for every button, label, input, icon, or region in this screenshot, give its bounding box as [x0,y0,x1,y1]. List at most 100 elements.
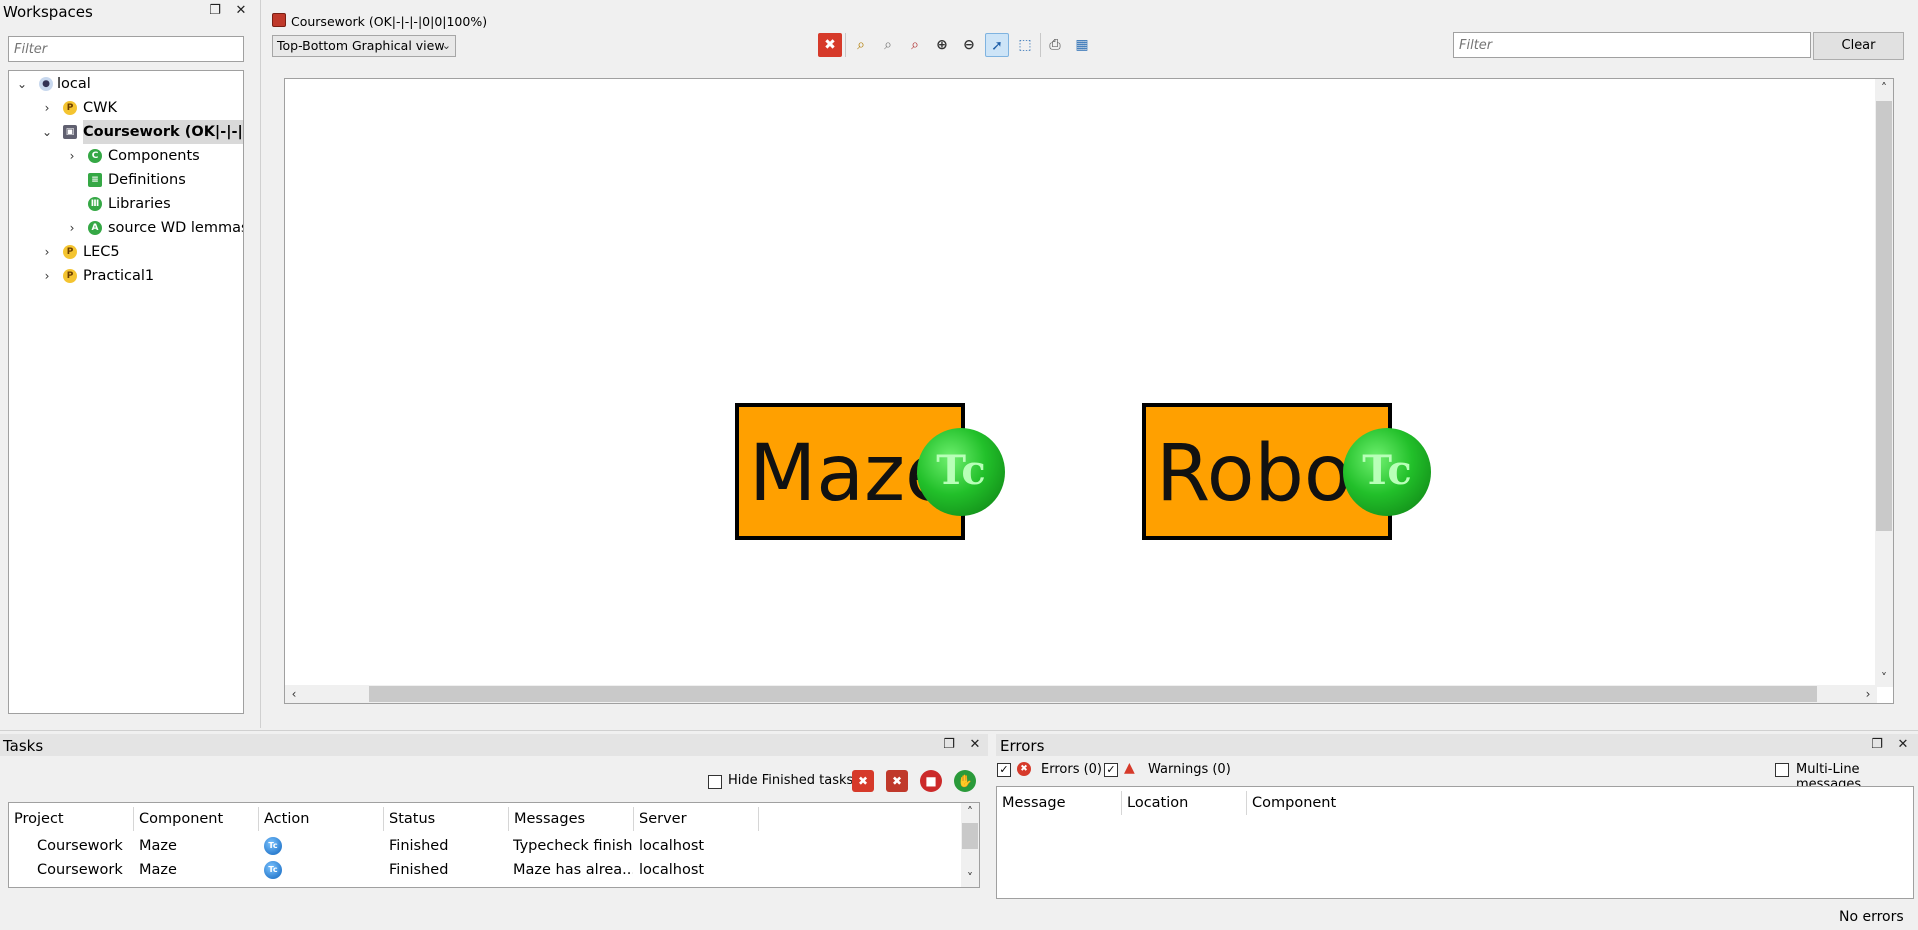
tree-item-label: Practical1 [83,268,155,284]
close-panel-icon[interactable]: ✕ [1896,738,1910,752]
tree-item-label: Coursework (OK|-|-|... [83,120,243,144]
project-icon: P [63,269,77,283]
errors-count-label: Errors (0) [1041,762,1103,777]
chevron-down-icon[interactable]: ˅ [961,869,979,887]
cell-messages: Maze has alrea... [513,862,633,878]
errors-header-bar [996,734,1918,756]
editor-title: Coursework (OK|-|-|-|0|0|100%) [291,14,488,29]
column-header-component[interactable]: Component [1247,791,1372,815]
tree-item-definitions[interactable]: ≡ Definitions [9,168,243,192]
error-icon: ✖ [1017,762,1031,776]
tree-item-local[interactable]: ⌄ ● local [9,72,243,96]
tree-item-libraries[interactable]: Ⅲ Libraries [9,192,243,216]
column-header-messages[interactable]: Messages [509,807,634,831]
zoom-out-icon[interactable]: ⊖ [957,33,981,57]
chevron-right-icon[interactable]: › [40,264,54,288]
stop-icon[interactable]: ✖ [818,33,842,57]
chevron-up-icon[interactable]: ˄ [1875,79,1893,97]
tree-item-lec5[interactable]: › P LEC5 [9,240,243,264]
tree-item-source-wd-lemmas[interactable]: › A source WD lemmas [9,216,243,240]
resume-tasks-icon[interactable]: ✋ [954,770,976,792]
stop-tasks-icon[interactable]: ■ [920,770,942,792]
graphical-view-canvas[interactable]: Maze Tc Robot Tc ˄ ˅ ‹ › [284,78,1894,704]
chevron-down-icon[interactable]: ˅ [1875,669,1893,687]
cell-server: localhost [639,838,705,854]
tree-item-components[interactable]: › C Components [9,144,243,168]
column-header-action[interactable]: Action [259,807,384,831]
tree-item-label: LEC5 [83,244,120,260]
tasks-title: Tasks [3,737,44,755]
export-image-icon[interactable]: ▦ [1070,33,1094,57]
print-icon[interactable]: ⎙ [1043,33,1067,57]
components-icon: C [88,149,102,163]
errors-checkbox[interactable]: ✓ [997,763,1011,777]
column-header-component[interactable]: Component [134,807,259,831]
close-panel-icon[interactable]: ✕ [968,738,982,752]
hide-finished-label: Hide Finished tasks [728,773,854,788]
column-header-server[interactable]: Server [634,807,759,831]
tree-item-label: local [57,76,91,92]
panel-divider[interactable] [260,0,261,728]
multi-line-checkbox[interactable] [1775,763,1789,777]
view-select[interactable]: Top-Bottom Graphical view ⌄ [272,35,456,57]
vertical-scrollbar-thumb[interactable] [1876,101,1892,531]
column-header-project[interactable]: Project [9,807,134,831]
column-header-location[interactable]: Location [1122,791,1247,815]
typechecked-badge-icon: Tc [1343,428,1431,516]
cell-project: Coursework [37,838,123,854]
chevron-down-icon[interactable]: ⌄ [15,72,29,96]
vertical-scrollbar-thumb[interactable] [962,823,978,849]
chevron-right-icon[interactable]: › [65,144,79,168]
float-panel-icon[interactable]: ❐ [942,738,956,752]
zoom-in-icon[interactable]: ⊕ [930,33,954,57]
zoom-selection-icon[interactable]: ⌕ [903,33,927,57]
select-pointer-icon[interactable]: ➚ [985,33,1009,57]
column-header-status[interactable]: Status [384,807,509,831]
clear-button[interactable]: Clear [1813,32,1904,60]
workspaces-filter-input[interactable] [8,36,244,62]
errors-table: Message Location Component [996,786,1914,899]
horizontal-scrollbar-thumb[interactable] [369,686,1817,702]
chevron-right-icon[interactable]: › [1859,685,1877,703]
zoom-fit-icon[interactable]: ⌕ [849,33,873,57]
chevron-down-icon[interactable]: ⌄ [40,120,54,144]
rubber-band-select-icon[interactable]: ⬚ [1013,33,1037,57]
float-panel-icon[interactable]: ❐ [1870,738,1884,752]
zoom-reset-icon[interactable]: ⌕ [876,33,900,57]
project-icon: P [63,101,77,115]
vertical-scrollbar[interactable]: ˄ ˅ [961,803,979,887]
cancel-all-tasks-icon[interactable]: ✖ [886,770,908,792]
typecheck-action-icon: Tc [264,837,282,855]
libraries-icon: Ⅲ [88,197,102,211]
warning-icon: ▲ [1124,760,1135,776]
coursework-icon: ▣ [63,125,77,139]
close-panel-icon[interactable]: ✕ [234,4,248,18]
float-panel-icon[interactable]: ❐ [208,4,222,18]
definitions-icon: ≡ [88,173,102,187]
cell-server: localhost [639,862,705,878]
chevron-left-icon[interactable]: ‹ [285,685,303,703]
cancel-selected-tasks-icon[interactable]: ✖ [852,770,874,792]
column-header-message[interactable]: Message [997,791,1122,815]
panel-divider[interactable] [0,730,1918,731]
chevron-right-icon[interactable]: › [40,96,54,120]
cell-status: Finished [389,862,449,878]
server-icon: ● [39,77,53,91]
view-select-value: Top-Bottom Graphical view [277,38,445,53]
tree-item-label: source WD lemmas [108,220,244,236]
chevron-down-icon: ⌄ [441,39,451,52]
warnings-checkbox[interactable]: ✓ [1104,763,1118,777]
horizontal-scrollbar[interactable]: ‹ › [285,685,1877,703]
chevron-up-icon[interactable]: ˄ [961,803,979,821]
tree-item-coursework[interactable]: ⌄ ▣ Coursework (OK|-|-|... [9,120,243,144]
tree-item-practical1[interactable]: › P Practical1 [9,264,243,288]
errors-title: Errors [1000,737,1045,755]
chevron-right-icon[interactable]: › [65,216,79,240]
vertical-scrollbar[interactable]: ˄ ˅ [1875,79,1893,687]
editor-filter-input[interactable] [1453,32,1811,58]
hide-finished-checkbox[interactable] [708,775,722,789]
tree-item-label: Definitions [108,172,186,188]
tasks-table: Project Component Action Status Messages… [8,802,980,888]
chevron-right-icon[interactable]: › [40,240,54,264]
tree-item-cwk[interactable]: › P CWK [9,96,243,120]
